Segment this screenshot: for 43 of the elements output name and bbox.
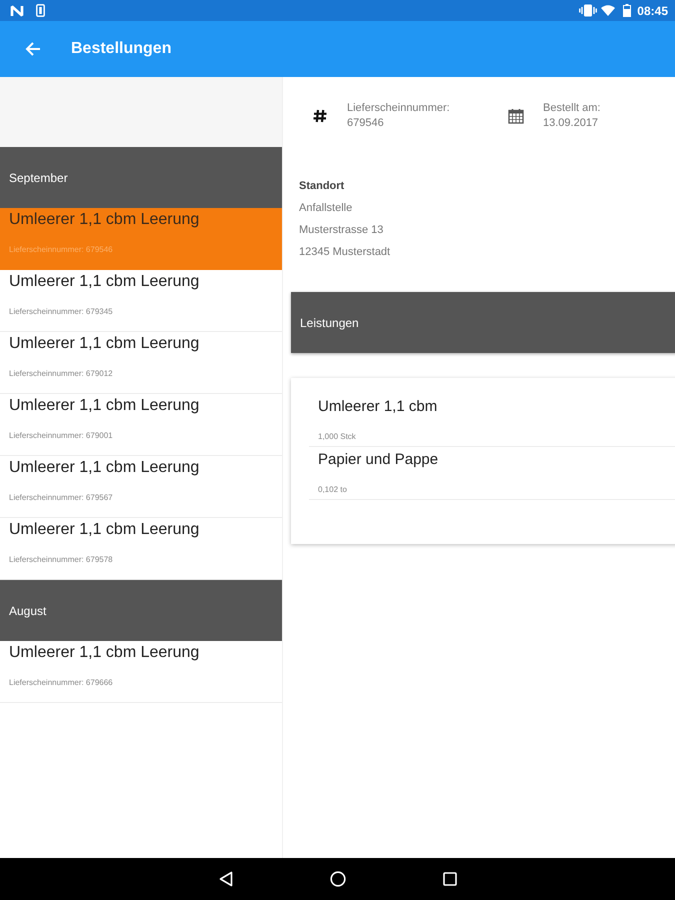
delivery-note-number: Lieferscheinnummer: 679012 [9, 369, 113, 379]
service-name: Umleerer 1,1 cbm [318, 398, 438, 416]
home-icon[interactable] [330, 871, 346, 887]
wifi-icon [601, 5, 616, 16]
delivery-note-value: 679546 [347, 116, 384, 131]
order-title: Umleerer 1,1 cbm Leerung [9, 520, 200, 540]
location-heading: Standort [299, 179, 344, 194]
service-quantity: 0,102 to [318, 485, 347, 495]
order-title: Umleerer 1,1 cbm Leerung [9, 210, 200, 230]
order-date-value: 13.09.2017 [543, 116, 598, 131]
status-time: 08:45 [637, 4, 668, 18]
back-icon[interactable] [218, 871, 232, 887]
back-arrow-icon[interactable] [25, 41, 41, 57]
service-quantity: 1,000 Stck [318, 432, 356, 442]
order-title: Umleerer 1,1 cbm Leerung [9, 272, 200, 292]
delivery-note-number: Lieferscheinnummer: 679001 [9, 431, 113, 441]
app-notification-icon [10, 4, 24, 16]
delivery-note-label: Lieferscheinnummer: [347, 101, 450, 116]
service-name: Papier und Pappe [318, 451, 438, 469]
delivery-note-number: Lieferscheinnummer: 679567 [9, 493, 113, 503]
order-list-item[interactable]: Umleerer 1,1 cbm Leerung Lieferscheinnummer: 679546 [0, 208, 282, 270]
delivery-note-number: Lieferscheinnummer: 679546 [9, 245, 113, 255]
order-title: Umleerer 1,1 cbm Leerung [9, 643, 200, 663]
order-date-label: Bestellt am: [543, 101, 600, 116]
phone-icon [36, 4, 45, 17]
address-line: Musterstrasse 13 [299, 223, 384, 238]
month-header: August [0, 580, 282, 641]
order-title: Umleerer 1,1 cbm Leerung [9, 334, 200, 354]
calendar-icon [508, 108, 524, 124]
delivery-note-number: Lieferscheinnummer: 679345 [9, 307, 113, 317]
services-header: Leistungen [291, 292, 675, 353]
recents-icon[interactable] [442, 872, 456, 886]
month-header: September [0, 147, 282, 208]
app-bar-title: Bestellungen [71, 40, 172, 58]
battery-icon [623, 4, 632, 17]
delivery-note-number: Lieferscheinnummer: 679578 [9, 555, 113, 565]
order-title: Umleerer 1,1 cbm Leerung [9, 458, 200, 478]
address-line: Anfallstelle [299, 201, 352, 216]
delivery-note-number: Lieferscheinnummer: 679666 [9, 678, 113, 688]
vibrate-icon [579, 4, 598, 17]
order-title: Umleerer 1,1 cbm Leerung [9, 396, 200, 416]
address-line: 12345 Musterstadt [299, 245, 390, 260]
hash-icon [313, 109, 327, 123]
